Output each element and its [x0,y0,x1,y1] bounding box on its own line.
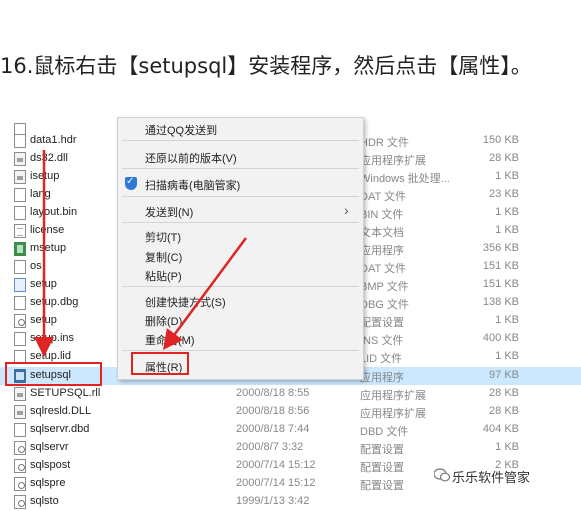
wechat-icon [434,468,450,482]
arrow-to-properties [163,237,248,351]
watermark: 乐乐软件管家 [452,471,531,486]
annotation-arrows [34,150,248,357]
